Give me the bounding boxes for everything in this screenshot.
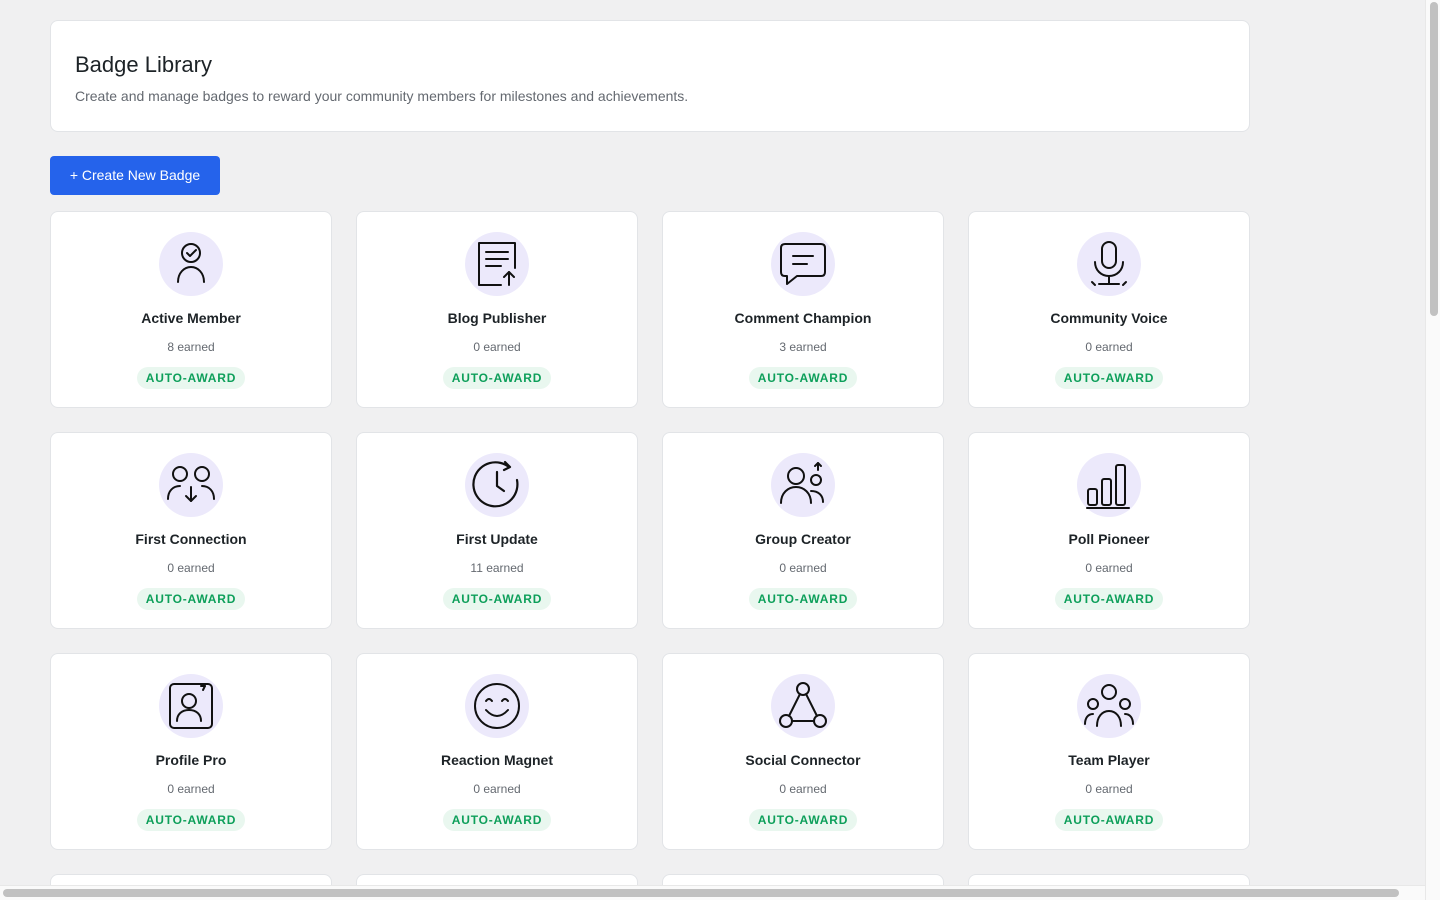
user-check-icon xyxy=(159,232,223,296)
auto-award-tag: AUTO-AWARD xyxy=(1054,367,1164,389)
badge-earned-count: 0 earned xyxy=(1085,561,1133,575)
badge-name: Team Player xyxy=(1068,752,1150,768)
badge-card[interactable]: Group Creator 0 earned AUTO-AWARD xyxy=(662,432,944,629)
group-add-icon xyxy=(771,453,835,517)
connect-users-icon xyxy=(159,453,223,517)
auto-award-tag: AUTO-AWARD xyxy=(136,367,246,389)
auto-award-tag: AUTO-AWARD xyxy=(1054,588,1164,610)
auto-award-tag: AUTO-AWARD xyxy=(748,367,858,389)
badge-earned-count: 0 earned xyxy=(473,340,521,354)
horizontal-scrollbar[interactable] xyxy=(0,885,1425,900)
badge-earned-count: 0 earned xyxy=(167,782,215,796)
main-content: Badge Library Create and manage badges t… xyxy=(50,20,1250,900)
badge-earned-count: 3 earned xyxy=(779,340,827,354)
auto-award-tag: AUTO-AWARD xyxy=(748,588,858,610)
badge-earned-count: 0 earned xyxy=(473,782,521,796)
badge-card[interactable]: Blog Publisher 0 earned AUTO-AWARD xyxy=(356,211,638,408)
badge-name: Active Member xyxy=(141,310,241,326)
vertical-scrollbar-thumb[interactable] xyxy=(1430,2,1438,316)
badge-earned-count: 0 earned xyxy=(779,782,827,796)
auto-award-tag: AUTO-AWARD xyxy=(748,809,858,831)
badge-earned-count: 8 earned xyxy=(167,340,215,354)
microphone-icon xyxy=(1077,232,1141,296)
page-title: Badge Library xyxy=(75,52,212,77)
badge-name: Blog Publisher xyxy=(447,310,547,326)
auto-award-tag: AUTO-AWARD xyxy=(1054,809,1164,831)
bar-chart-icon xyxy=(1077,453,1141,517)
team-icon xyxy=(1077,674,1141,738)
auto-award-tag: AUTO-AWARD xyxy=(442,367,552,389)
badge-name: Social Connector xyxy=(745,752,861,768)
auto-award-tag: AUTO-AWARD xyxy=(136,809,246,831)
page-description: Create and manage badges to reward your … xyxy=(75,88,689,104)
badge-card[interactable]: Active Member 8 earned AUTO-AWARD xyxy=(50,211,332,408)
auto-award-tag: AUTO-AWARD xyxy=(442,809,552,831)
smiley-icon xyxy=(465,674,529,738)
badge-earned-count: 0 earned xyxy=(1085,340,1133,354)
horizontal-scrollbar-thumb[interactable] xyxy=(3,889,1399,897)
badge-grid: Active Member 8 earned AUTO-AWARD Blog P… xyxy=(50,211,1250,850)
auto-award-tag: AUTO-AWARD xyxy=(442,588,552,610)
badge-name: Comment Champion xyxy=(734,310,872,326)
badge-card[interactable]: Profile Pro 0 earned AUTO-AWARD xyxy=(50,653,332,850)
badge-name: Poll Pioneer xyxy=(1068,531,1150,547)
badge-card[interactable]: Social Connector 0 earned AUTO-AWARD xyxy=(662,653,944,850)
badge-card[interactable]: Team Player 0 earned AUTO-AWARD xyxy=(968,653,1250,850)
badge-card[interactable]: Reaction Magnet 0 earned AUTO-AWARD xyxy=(356,653,638,850)
badge-card[interactable]: Poll Pioneer 0 earned AUTO-AWARD xyxy=(968,432,1250,629)
badge-name: Community Voice xyxy=(1050,310,1168,326)
badge-earned-count: 0 earned xyxy=(779,561,827,575)
badge-earned-count: 0 earned xyxy=(167,561,215,575)
document-upload-icon xyxy=(465,232,529,296)
network-icon xyxy=(771,674,835,738)
badge-card[interactable]: Comment Champion 3 earned AUTO-AWARD xyxy=(662,211,944,408)
badge-name: Profile Pro xyxy=(155,752,227,768)
header-card: Badge Library Create and manage badges t… xyxy=(50,20,1250,132)
auto-award-tag: AUTO-AWARD xyxy=(136,588,246,610)
badge-name: First Connection xyxy=(135,531,247,547)
create-new-badge-button[interactable]: + Create New Badge xyxy=(50,156,220,195)
badge-card[interactable]: First Connection 0 earned AUTO-AWARD xyxy=(50,432,332,629)
badge-name: First Update xyxy=(456,531,538,547)
badge-name: Reaction Magnet xyxy=(440,752,553,768)
chat-bubble-icon xyxy=(771,232,835,296)
badge-earned-count: 0 earned xyxy=(1085,782,1133,796)
badge-card[interactable]: First Update 11 earned AUTO-AWARD xyxy=(356,432,638,629)
badge-name: Group Creator xyxy=(755,531,851,547)
badge-earned-count: 11 earned xyxy=(470,561,524,575)
profile-card-icon xyxy=(159,674,223,738)
vertical-scrollbar[interactable] xyxy=(1425,0,1440,900)
clock-refresh-icon xyxy=(465,453,529,517)
badge-card[interactable]: Community Voice 0 earned AUTO-AWARD xyxy=(968,211,1250,408)
